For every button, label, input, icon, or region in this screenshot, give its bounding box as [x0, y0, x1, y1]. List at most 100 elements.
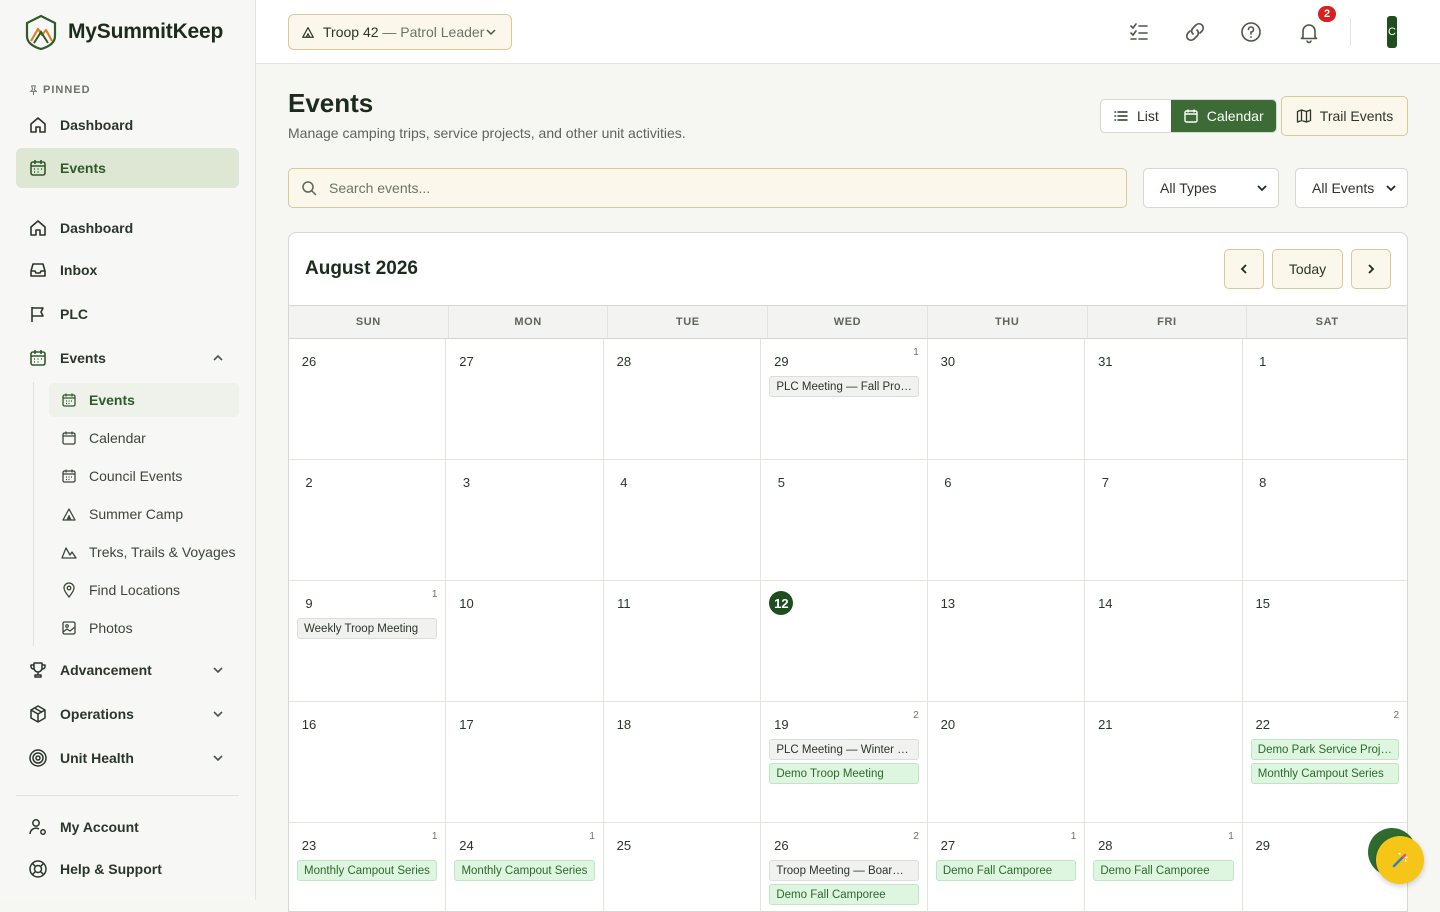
day-number: 11 [617, 595, 631, 611]
day-number: 13 [940, 595, 956, 611]
sidebar-item-inbox[interactable]: Inbox [16, 250, 239, 290]
help-icon[interactable] [1239, 20, 1263, 44]
calendar-day-cell[interactable]: 15 [1242, 581, 1407, 702]
calendar-day-cell[interactable]: 27 [446, 339, 604, 460]
pinned-section-label: PINNED [28, 84, 91, 96]
day-number: 2 [305, 474, 313, 490]
calendar-day-cell[interactable]: 26 2 Troop Meeting — Boar… Demo Fall Campor… [761, 823, 928, 911]
next-month-button[interactable] [1351, 249, 1391, 289]
chevron-down-icon [213, 755, 223, 762]
calendar-day-cell[interactable]: 20 [927, 702, 1086, 823]
bell-icon[interactable] [1297, 20, 1321, 44]
checklist-icon[interactable] [1127, 20, 1151, 44]
today-button[interactable]: Today [1272, 249, 1343, 289]
sidebar-item-events[interactable]: Events [16, 338, 239, 378]
event-chip[interactable]: Troop Meeting — Boar… [769, 860, 919, 881]
calendar-day-cell[interactable]: 17 [446, 702, 604, 823]
sidebar-item-my-account[interactable]: My Account [16, 807, 239, 847]
event-chip[interactable]: Demo Fall Camporee [1093, 860, 1234, 881]
calendar-day-cell[interactable]: 6 [927, 460, 1086, 581]
event-chip[interactable]: Monthly Campout Series [1250, 763, 1399, 784]
sidebar-item-plc[interactable]: PLC [16, 294, 239, 334]
weekday-label: MON [449, 306, 609, 338]
event-chip[interactable]: PLC Meeting — Winter … [769, 739, 919, 760]
event-chip[interactable]: Monthly Campout Series [454, 860, 595, 881]
calendar-day-cell[interactable]: 12 [761, 581, 928, 702]
avatar[interactable]: C [1387, 16, 1397, 48]
event-chip[interactable]: Monthly Campout Series [297, 860, 438, 881]
day-number: 4 [620, 474, 628, 490]
calendar-day-cell[interactable]: 1 [1242, 339, 1407, 460]
calendar-day-cell[interactable]: 28 [603, 339, 762, 460]
sidebar-subitem-treks[interactable]: Treks, Trails & Voyages [49, 535, 239, 569]
day-number: 10 [459, 595, 474, 611]
brand-name: MySummitKeep [68, 20, 224, 43]
day-number: 28 [616, 353, 632, 369]
day-number: 22 [1255, 716, 1271, 732]
calendar-day-cell[interactable]: 19 2 PLC Meeting — Winter … Demo Troop Meet… [761, 702, 928, 823]
calendar-day-cell[interactable]: 24 1 Monthly Campout Series [446, 823, 604, 911]
sidebar-subitem-council-events[interactable]: Council Events [49, 459, 239, 493]
scope-filter-select[interactable]: All Events [1295, 168, 1408, 208]
calendar-day-cell[interactable]: 22 2 Demo Park Service Proj… Monthly Campou… [1242, 702, 1407, 823]
calendar-day-cell[interactable]: 11 [603, 581, 762, 702]
sidebar-subitem-photos[interactable]: Photos [49, 611, 239, 645]
view-list-button[interactable]: List [1101, 100, 1171, 132]
calendar-day-cell[interactable]: 27 1 Demo Fall Camporee [928, 823, 1086, 911]
sidebar-item-unit-health[interactable]: Unit Health [16, 738, 239, 778]
calendar-day-cell[interactable]: 3 [446, 460, 604, 581]
calendar-day-cell[interactable]: 2 [289, 460, 447, 581]
calendar-day-cell[interactable]: 30 [927, 339, 1086, 460]
event-count: 1 [1228, 831, 1234, 842]
box-icon [30, 705, 46, 723]
calendar-day-cell[interactable]: 21 [1085, 702, 1243, 823]
calendar-day-cell[interactable]: 13 [927, 581, 1086, 702]
event-chip[interactable]: Demo Park Service Proj… [1250, 739, 1399, 760]
type-filter-select[interactable]: All Types [1143, 168, 1279, 208]
calendar-day-cell[interactable]: 25 [604, 823, 762, 911]
event-chip[interactable]: PLC Meeting — Fall Pro… [769, 376, 919, 397]
calendar-icon [1184, 109, 1198, 123]
calendar-day-cell[interactable]: 18 [603, 702, 762, 823]
sidebar-item-help-support[interactable]: Help & Support [16, 849, 239, 889]
sidebar-subitem-summer-camp[interactable]: Summer Camp [49, 497, 239, 531]
sidebar-subitem-events[interactable]: Events [49, 383, 239, 417]
sidebar-item-operations[interactable]: Operations [16, 694, 239, 734]
calendar-day-cell[interactable]: 8 [1242, 460, 1407, 581]
chevron-right-icon [1368, 264, 1375, 274]
quick-action-fab[interactable] [1376, 836, 1424, 884]
calendar-day-cell[interactable]: 29 1 PLC Meeting — Fall Pro… [761, 339, 928, 460]
sidebar-subitem-find-locations[interactable]: Find Locations [49, 573, 239, 607]
calendar-day-cell[interactable]: 9 1 Weekly Troop Meeting [289, 581, 447, 702]
sidebar-subitem-calendar[interactable]: Calendar [49, 421, 239, 455]
calendar-day-cell[interactable]: 23 1 Monthly Campout Series [289, 823, 447, 911]
pinned-events[interactable]: Events [16, 148, 239, 188]
sidebar-item-dashboard[interactable]: Dashboard [16, 208, 239, 248]
event-chip[interactable]: Demo Fall Camporee [935, 860, 1077, 881]
calendar-day-cell[interactable]: 14 [1085, 581, 1243, 702]
prev-month-button[interactable] [1224, 249, 1264, 289]
topbar-divider [1350, 18, 1351, 46]
calendar-day-cell[interactable]: 16 [289, 702, 447, 823]
calendar-day-cell[interactable]: 10 [446, 581, 604, 702]
calendar-day-cell[interactable]: 26 [289, 339, 447, 460]
event-chip[interactable]: Demo Troop Meeting [769, 763, 919, 784]
calendar-day-cell[interactable]: 4 [603, 460, 762, 581]
troop-selector[interactable]: Troop 42 — Patrol Leader [288, 14, 512, 50]
pinned-dashboard[interactable]: Dashboard [16, 105, 239, 145]
event-chip[interactable]: Demo Fall Camporee [769, 884, 919, 905]
calendar-day-cell[interactable]: 7 [1085, 460, 1243, 581]
trail-events-button[interactable]: Trail Events [1281, 96, 1408, 136]
calendar-day-cell[interactable]: 5 [761, 460, 928, 581]
calendar-day-cell[interactable]: 28 1 Demo Fall Camporee [1085, 823, 1243, 911]
brand[interactable]: MySummitKeep [24, 14, 223, 50]
day-number: 24 [459, 837, 474, 853]
search-input[interactable] [329, 180, 1089, 196]
day-number: 31 [1098, 353, 1113, 369]
view-calendar-button[interactable]: Calendar [1170, 100, 1276, 132]
day-number: 29 [1255, 837, 1271, 853]
calendar-day-cell[interactable]: 31 [1085, 339, 1243, 460]
sidebar-item-advancement[interactable]: Advancement [16, 650, 239, 690]
link-icon[interactable] [1183, 20, 1207, 44]
event-chip[interactable]: Weekly Troop Meeting [297, 618, 438, 639]
